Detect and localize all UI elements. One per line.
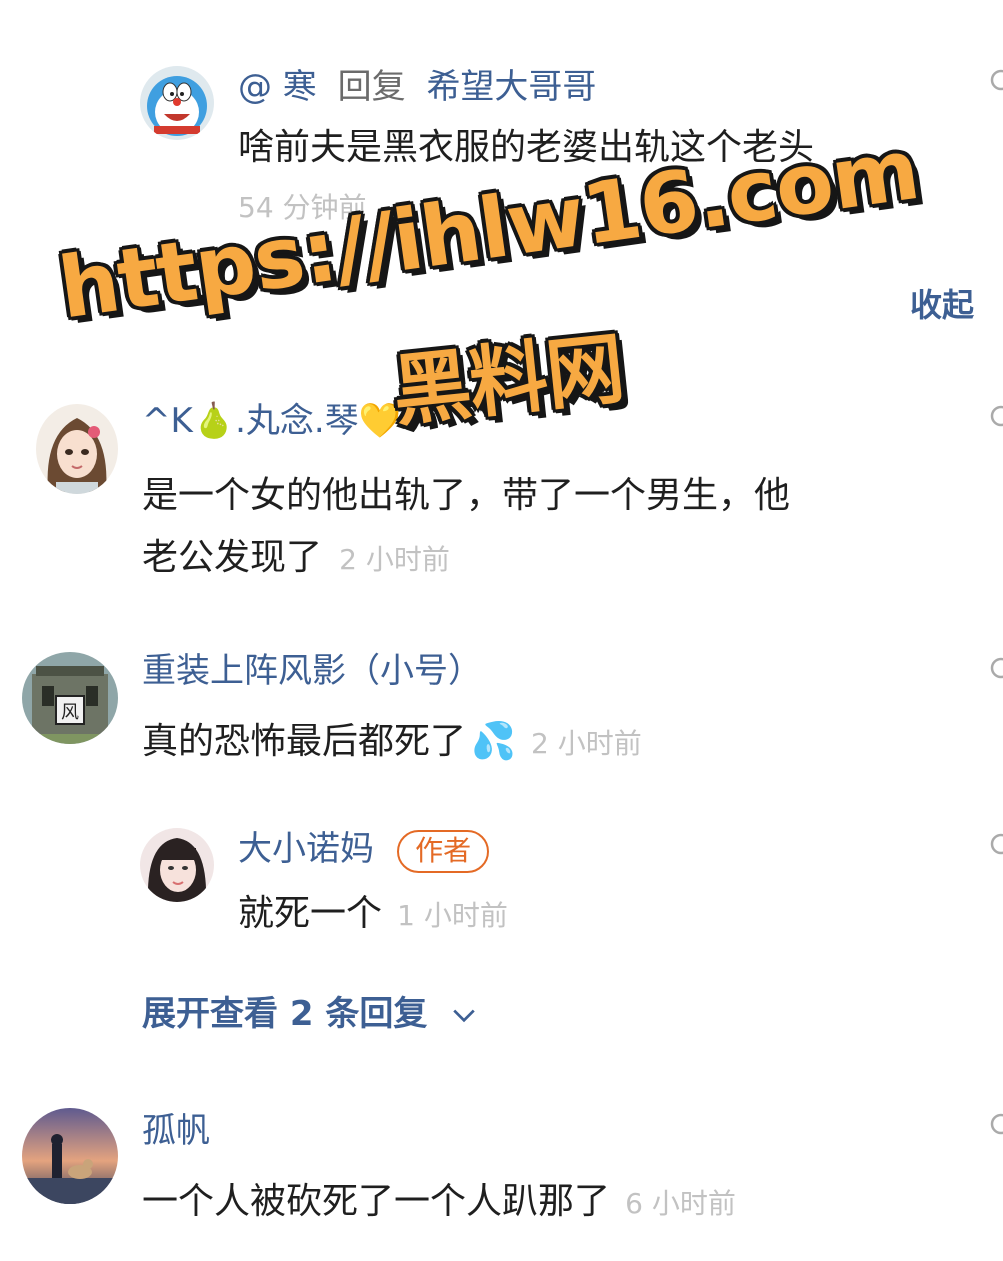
comment-author-line: @ 寒 回复 希望大哥哥	[238, 70, 596, 104]
comment-action-icon[interactable]	[989, 1112, 1003, 1142]
comment-time: 1 小时前	[397, 899, 508, 932]
expand-replies-button[interactable]: 展开查看 2 条回复	[142, 986, 477, 1035]
comment-author[interactable]: ^K🍐.丸念.琴💛	[142, 404, 401, 438]
comment-author[interactable]: 大小诺妈	[238, 829, 374, 869]
comment-content: 是一个女的他出轨了，带了一个男生，他	[142, 475, 791, 516]
sweat-droplets-emoji: 💦	[471, 721, 516, 762]
chevron-down-icon	[453, 1009, 475, 1022]
avatar[interactable]	[22, 1108, 118, 1204]
comment-action-icon[interactable]	[989, 832, 1003, 862]
comment-content-line2: 老公发现了 2 小时前	[142, 540, 450, 576]
watermark-site: 黑料网	[388, 324, 628, 438]
comment-content-line: 一个人被砍死了一个人趴那了 6 小时前	[142, 1184, 736, 1220]
girl-photo-avatar	[140, 828, 214, 902]
comment-time: 2 小时前	[339, 543, 450, 576]
avatar[interactable]	[140, 66, 214, 140]
collapse-button[interactable]: 收起	[910, 280, 974, 326]
comment-author[interactable]: 孤帆	[142, 1114, 210, 1148]
comment-content: 一个人被砍死了一个人趴那了	[142, 1181, 611, 1222]
comment-author-line: 大小诺妈 作者	[238, 829, 490, 875]
comment-author[interactable]: 重装上阵风影（小号）	[142, 654, 482, 688]
comment-action-icon[interactable]	[989, 656, 1003, 686]
expand-replies-label: 展开查看 2 条回复	[142, 994, 428, 1034]
comment-content: 就死一个	[238, 893, 383, 934]
reply-label: 回复	[337, 67, 406, 107]
comment-author[interactable]: @ 寒	[238, 67, 317, 107]
comment-time: 6 小时前	[625, 1187, 736, 1220]
comment-content: 老公发现了	[142, 537, 323, 578]
svg-text:风: 风	[61, 702, 79, 723]
comment-time: 2 小时前	[531, 727, 642, 760]
sunset-dog-avatar	[22, 1108, 118, 1204]
anime-girl-avatar	[36, 404, 118, 494]
comment-content: 真的恐怖最后都死了	[142, 721, 467, 762]
comment-content-line: 真的恐怖最后都死了 💦 2 小时前	[142, 724, 642, 760]
game-building-avatar: 风	[22, 652, 118, 744]
reply-target[interactable]: 希望大哥哥	[426, 67, 596, 107]
author-badge: 作者	[397, 830, 490, 873]
comment-content-line: 就死一个 1 小时前	[238, 896, 508, 932]
comment-action-icon[interactable]	[989, 404, 1003, 434]
comment-action-icon[interactable]	[989, 68, 1003, 98]
avatar[interactable]	[140, 828, 214, 902]
doraemon-avatar	[140, 66, 214, 140]
avatar[interactable]	[36, 404, 118, 494]
avatar[interactable]: 风	[22, 652, 118, 744]
